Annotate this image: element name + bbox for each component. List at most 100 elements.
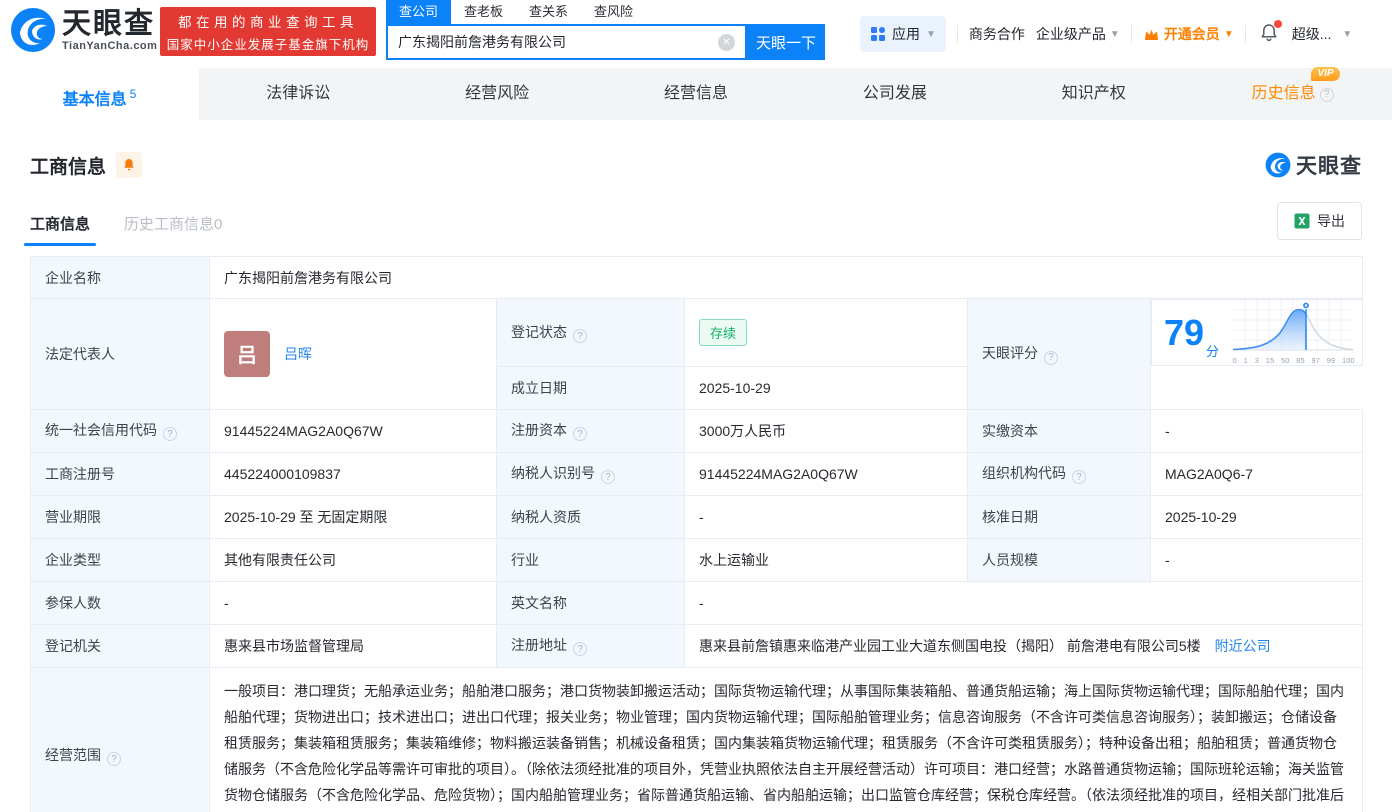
business-info-table: 企业名称 广东揭阳前詹港务有限公司 法定代表人 吕 吕晖 登记状态? 存续 天眼… [30,256,1363,812]
business-info-tabs: 工商信息 历史工商信息0 [30,213,222,246]
score-unit: 分 [1206,341,1219,360]
notifications-button[interactable] [1259,23,1279,46]
field-label: 参保人数 [31,581,210,624]
search-box: ✕ [386,24,747,60]
field-value: 3000万人民币 [685,409,968,452]
tab-basic-info[interactable]: 基本信息5 [0,68,199,120]
score-value: 79 [1164,315,1204,351]
status-badge: 存续 [699,319,747,346]
help-icon[interactable]: ? [107,752,121,766]
field-label: 纳税人资质 [497,495,685,538]
help-icon[interactable]: ? [1072,470,1086,484]
field-label: 成立日期 [497,366,685,409]
search-tab-company[interactable]: 查公司 [386,0,451,24]
help-icon[interactable]: ? [573,427,587,441]
field-label: 核准日期 [968,495,1151,538]
field-label: 工商注册号 [31,452,210,495]
help-icon[interactable]: ? [1044,351,1058,365]
tianyancha-logo-icon [1265,152,1291,178]
table-row: 企业名称 广东揭阳前詹港务有限公司 [31,257,1363,299]
field-value: 91445224MAG2A0Q67W [210,409,497,452]
apps-grid-icon [870,26,886,42]
tab-legal-proceedings[interactable]: 法律诉讼 [199,68,398,120]
apps-menu[interactable]: 应用 ▼ [860,16,946,52]
brand-logo[interactable]: 天眼查 TianYanCha.com [10,7,157,53]
legal-rep-link[interactable]: 吕晖 [284,344,312,364]
field-value: - [685,495,968,538]
excel-icon [1294,213,1310,229]
table-row: 工商注册号 445224000109837 纳税人识别号? 91445224MA… [31,452,1363,495]
help-icon[interactable]: ? [601,470,615,484]
field-value: - [1151,538,1363,581]
clear-icon[interactable]: ✕ [718,34,735,51]
main-content: 工商信息 天眼查 工商信息 历史工商信息 [0,120,1392,812]
promo-line1: 都在用的商业查询工具 [178,11,358,31]
field-label: 组织机构代码? [968,452,1151,495]
tab-operation-info[interactable]: 经营信息 [597,68,796,120]
tab-history-info[interactable]: 历史信息 VIP ? [1193,68,1392,120]
tab-history-business-info[interactable]: 历史工商信息0 [124,213,222,246]
search-area: 查公司 查老板 查关系 查风险 ✕ 天眼一下 [386,0,825,60]
menu-open-vip[interactable]: 开通会员 ▼ [1143,24,1234,44]
field-value: 91445224MAG2A0Q67W [685,452,968,495]
divider [957,25,958,43]
field-label: 企业名称 [31,257,210,299]
field-label: 统一社会信用代码? [31,409,210,452]
field-value: 惠来县市场监督管理局 [210,624,497,667]
help-icon[interactable]: ? [573,642,587,656]
legal-rep-avatar[interactable]: 吕 [224,331,270,377]
field-label: 实缴资本 [968,409,1151,452]
menu-cooperation[interactable]: 商务合作 [969,24,1025,44]
tab-intellectual-property[interactable]: 知识产权 [994,68,1193,120]
table-row: 企业类型 其他有限责任公司 行业 水上运输业 人员规模 - [31,538,1363,581]
promo-line2: 国家中小企业发展子基金旗下机构 [167,34,370,53]
divider [1131,25,1132,43]
field-value: MAG2A0Q6-7 [1151,452,1363,495]
subscribe-bell-button[interactable] [116,152,142,178]
divider [1245,25,1246,43]
bell-icon [122,158,136,172]
company-nav-tabs: 基本信息5 法律诉讼 经营风险 经营信息 公司发展 知识产权 历史信息 VIP … [0,68,1392,120]
help-icon[interactable]: ? [163,427,177,441]
tab-business-info[interactable]: 工商信息 [30,213,90,246]
vip-badge: VIP [1311,67,1339,81]
basic-info-count: 5 [130,87,137,101]
field-label: 企业类型 [31,538,210,581]
chevron-down-icon[interactable]: ▼ [1342,29,1352,40]
score-distribution-chart: 01 315 5085 9799 100 [1232,300,1356,365]
table-row: 法定代表人 吕 吕晖 登记状态? 存续 天眼评分? 79 分 [31,299,1363,367]
tab-operation-risk[interactable]: 经营风险 [398,68,597,120]
search-button[interactable]: 天眼一下 [747,24,825,60]
search-tab-relation[interactable]: 查关系 [516,0,581,24]
chevron-down-icon: ▼ [926,29,936,40]
table-row: 登记机关 惠来县市场监督管理局 注册地址? 惠来县前詹镇惠来临港产业园工业大道东… [31,624,1363,667]
table-row: 营业期限 2025-10-29 至 无固定期限 纳税人资质 - 核准日期 202… [31,495,1363,538]
tianyancha-logo-icon [10,7,56,53]
field-label: 登记状态? [497,299,685,367]
field-value: - [210,581,497,624]
promo-banner: 都在用的商业查询工具 国家中小企业发展子基金旗下机构 [160,7,376,56]
user-account[interactable]: 超级... [1292,24,1332,44]
help-icon: ? [1320,88,1334,102]
search-tab-boss[interactable]: 查老板 [451,0,516,24]
top-menu: 应用 ▼ 商务合作 企业级产品 ▼ 开通会员 ▼ [860,16,1352,52]
field-label: 人员规模 [968,538,1151,581]
field-label: 登记机关 [31,624,210,667]
crown-icon [1143,27,1160,42]
search-tab-risk[interactable]: 查风险 [581,0,646,24]
field-label: 注册资本? [497,409,685,452]
menu-enterprise[interactable]: 企业级产品 ▼ [1036,24,1120,44]
tab-company-development[interactable]: 公司发展 [795,68,994,120]
brand-name: 天眼查 [62,9,157,39]
field-value: 445224000109837 [210,452,497,495]
help-icon[interactable]: ? [573,329,587,343]
nearby-companies-link[interactable]: 附近公司 [1215,638,1271,654]
search-input[interactable] [388,34,718,50]
export-button[interactable]: 导出 [1277,202,1362,240]
notification-dot [1274,20,1282,28]
establish-date-value: 2025-10-29 [685,366,968,409]
field-value: - [685,581,1363,624]
table-row: 经营范围? 一般项目：港口理货；无船承运业务；船舶港口服务；港口货物装卸搬运活动… [31,667,1363,812]
watermark-text: 天眼查 [1296,150,1362,180]
company-name-value: 广东揭阳前詹港务有限公司 [210,257,1363,299]
